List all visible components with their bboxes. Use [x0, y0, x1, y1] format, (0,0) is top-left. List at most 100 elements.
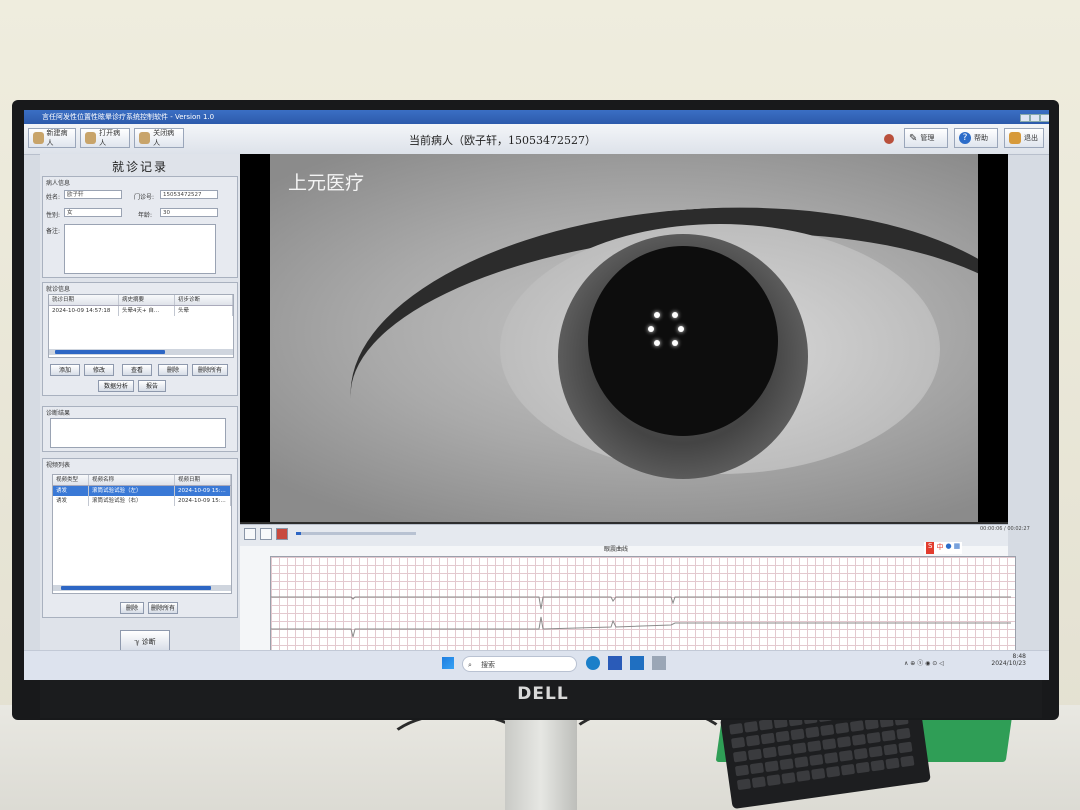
video-col-name[interactable]: 视频名称 [89, 475, 175, 485]
keyboard-key [866, 731, 881, 744]
video-date-cell: 2024-10-09 15:... [175, 496, 231, 506]
play-button[interactable] [244, 528, 256, 540]
minimize-button[interactable] [1020, 114, 1030, 122]
video-viewer[interactable]: 上元医疗 [240, 154, 1008, 524]
screen: 言任阿发性位置性眩晕诊疗系统控制软件 - Version 1.0 新建病人 打开… [24, 110, 1049, 680]
search-placeholder: 搜索 [481, 661, 495, 669]
close-button[interactable] [1040, 114, 1049, 122]
view-visit-button[interactable]: 查看 [122, 364, 152, 376]
gender-field[interactable]: 女 [64, 208, 122, 217]
user-open-icon [85, 132, 97, 144]
visit-col-history[interactable]: 病史摘要 [119, 295, 175, 305]
video-left-edge [240, 154, 270, 524]
id-field[interactable]: 15053472527 [160, 190, 218, 199]
note-label: 备注: [46, 228, 61, 235]
keyboard-key [853, 747, 868, 760]
visit-table-header: 就诊日期 病史摘要 初步诊断 [49, 295, 233, 306]
keyboard-key [855, 761, 870, 774]
delete-visit-button[interactable]: 删除 [158, 364, 188, 376]
visit-scroll-thumb[interactable] [55, 350, 165, 354]
keyboard-key [825, 765, 841, 778]
delete-all-videos-button[interactable]: 删除所有 [148, 602, 178, 614]
keyboard-key [881, 729, 896, 742]
keyboard-key [838, 749, 854, 762]
data-analysis-button[interactable]: 数据分析 [98, 380, 134, 392]
keyboard-key [792, 742, 807, 755]
keyboard-key [851, 734, 867, 746]
visit-history-cell: 头晕4天+ 自... [119, 306, 175, 316]
table-row[interactable]: 诱发 滚筒试验试验（右） 2024-10-09 15:... [53, 496, 231, 506]
visit-record-panel: 就诊记录 病人信息 姓名: 欧子轩 门诊号: 15053472527 性别: 女… [40, 154, 240, 662]
pause-button[interactable] [260, 528, 272, 540]
keyboard-key [745, 734, 761, 747]
person-icon: ℽ [134, 638, 142, 646]
report-button[interactable]: 报告 [138, 380, 166, 392]
record-icon[interactable] [884, 134, 894, 144]
table-row[interactable]: 诱发 滚筒试验试验（左） 2024-10-09 15:... [53, 486, 231, 496]
table-row[interactable]: 2024-10-09 14:57:18 头晕4天+ 自... 头晕 [49, 306, 233, 316]
video-right-edge [978, 154, 1008, 524]
open-patient-button[interactable]: 打开病人 [80, 128, 130, 148]
treat-button[interactable]: ℽ 诊断 [120, 630, 170, 652]
visit-col-date[interactable]: 就诊日期 [49, 295, 119, 305]
video-type-cell: 诱发 [53, 486, 89, 496]
keyboard-key [749, 762, 765, 775]
settings-button[interactable]: ✎ 管理 [904, 128, 948, 148]
visit-table: 就诊日期 病史摘要 初步诊断 2024-10-09 14:57:18 头晕4天+… [48, 294, 234, 358]
delete-video-button[interactable]: 删除 [120, 602, 144, 614]
video-col-date[interactable]: 视频日期 [175, 475, 231, 485]
exit-button[interactable]: 退出 [1004, 128, 1044, 148]
browser-icon[interactable] [586, 656, 600, 670]
age-field[interactable]: 30 [160, 208, 218, 217]
playback-slider[interactable] [296, 532, 416, 535]
ir-glint [672, 340, 678, 346]
new-patient-button[interactable]: 新建病人 [28, 128, 76, 148]
keyboard-key [760, 732, 775, 745]
diagnosis-field[interactable] [50, 418, 226, 448]
outlook-icon[interactable] [630, 656, 644, 670]
keyboard-key [736, 778, 752, 791]
visit-col-diagnosis[interactable]: 初步诊断 [175, 295, 233, 305]
add-visit-button[interactable]: 添加 [50, 364, 80, 376]
keyboard-key [730, 736, 746, 749]
ir-glint [672, 312, 678, 318]
open-patient-label: 打开病人 [99, 129, 121, 147]
stop-button[interactable] [276, 528, 288, 540]
visit-scrollbar[interactable] [49, 349, 233, 355]
help-icon: ? [959, 132, 971, 144]
ime-toolbar[interactable]: S 中 ● ▦ [924, 542, 963, 554]
note-field[interactable] [64, 224, 216, 274]
edit-visit-button[interactable]: 修改 [84, 364, 114, 376]
visit-diagnosis-cell: 头晕 [175, 306, 233, 316]
video-name-cell: 滚筒试验试验（右） [89, 496, 175, 506]
help-button[interactable]: ? 帮助 [954, 128, 998, 148]
clock-date: 2024/10/23 [991, 660, 1026, 667]
keyboard-key [900, 755, 915, 768]
waveform-trace-horizontal [271, 596, 1011, 610]
keyboard-key [824, 752, 839, 764]
app-icon[interactable] [652, 656, 666, 670]
video-list-label: 视频列表 [46, 462, 71, 469]
age-label: 年龄: [138, 212, 153, 219]
video-scroll-thumb[interactable] [61, 586, 211, 590]
grid-icon: ▦ [953, 542, 961, 550]
store-icon[interactable] [608, 656, 622, 670]
delete-all-visits-button[interactable]: 删除所有 [192, 364, 228, 376]
keyboard-key [762, 746, 777, 759]
windows-start-icon[interactable] [442, 657, 454, 669]
keyboard-key [734, 764, 750, 777]
keyboard-key [747, 748, 763, 761]
taskbar-search[interactable]: ⌕ 搜索 [462, 656, 577, 672]
maximize-button[interactable] [1030, 114, 1040, 122]
panel-title: 就诊记录 [111, 160, 168, 174]
video-col-type[interactable]: 视频类型 [53, 475, 89, 485]
tray-icons[interactable]: ∧ ⊕ ⓢ ◉ ⊙ ◁ [904, 658, 944, 667]
clock[interactable]: 8:48 2024/10/23 [982, 653, 1026, 667]
close-patient-button[interactable]: 关闭病人 [134, 128, 184, 148]
user-close-icon [139, 132, 151, 144]
ir-glint [654, 340, 660, 346]
keyboard-key [779, 758, 794, 771]
name-field[interactable]: 欧子轩 [64, 190, 122, 199]
video-type-cell: 诱发 [53, 496, 89, 506]
video-scrollbar[interactable] [53, 585, 231, 591]
